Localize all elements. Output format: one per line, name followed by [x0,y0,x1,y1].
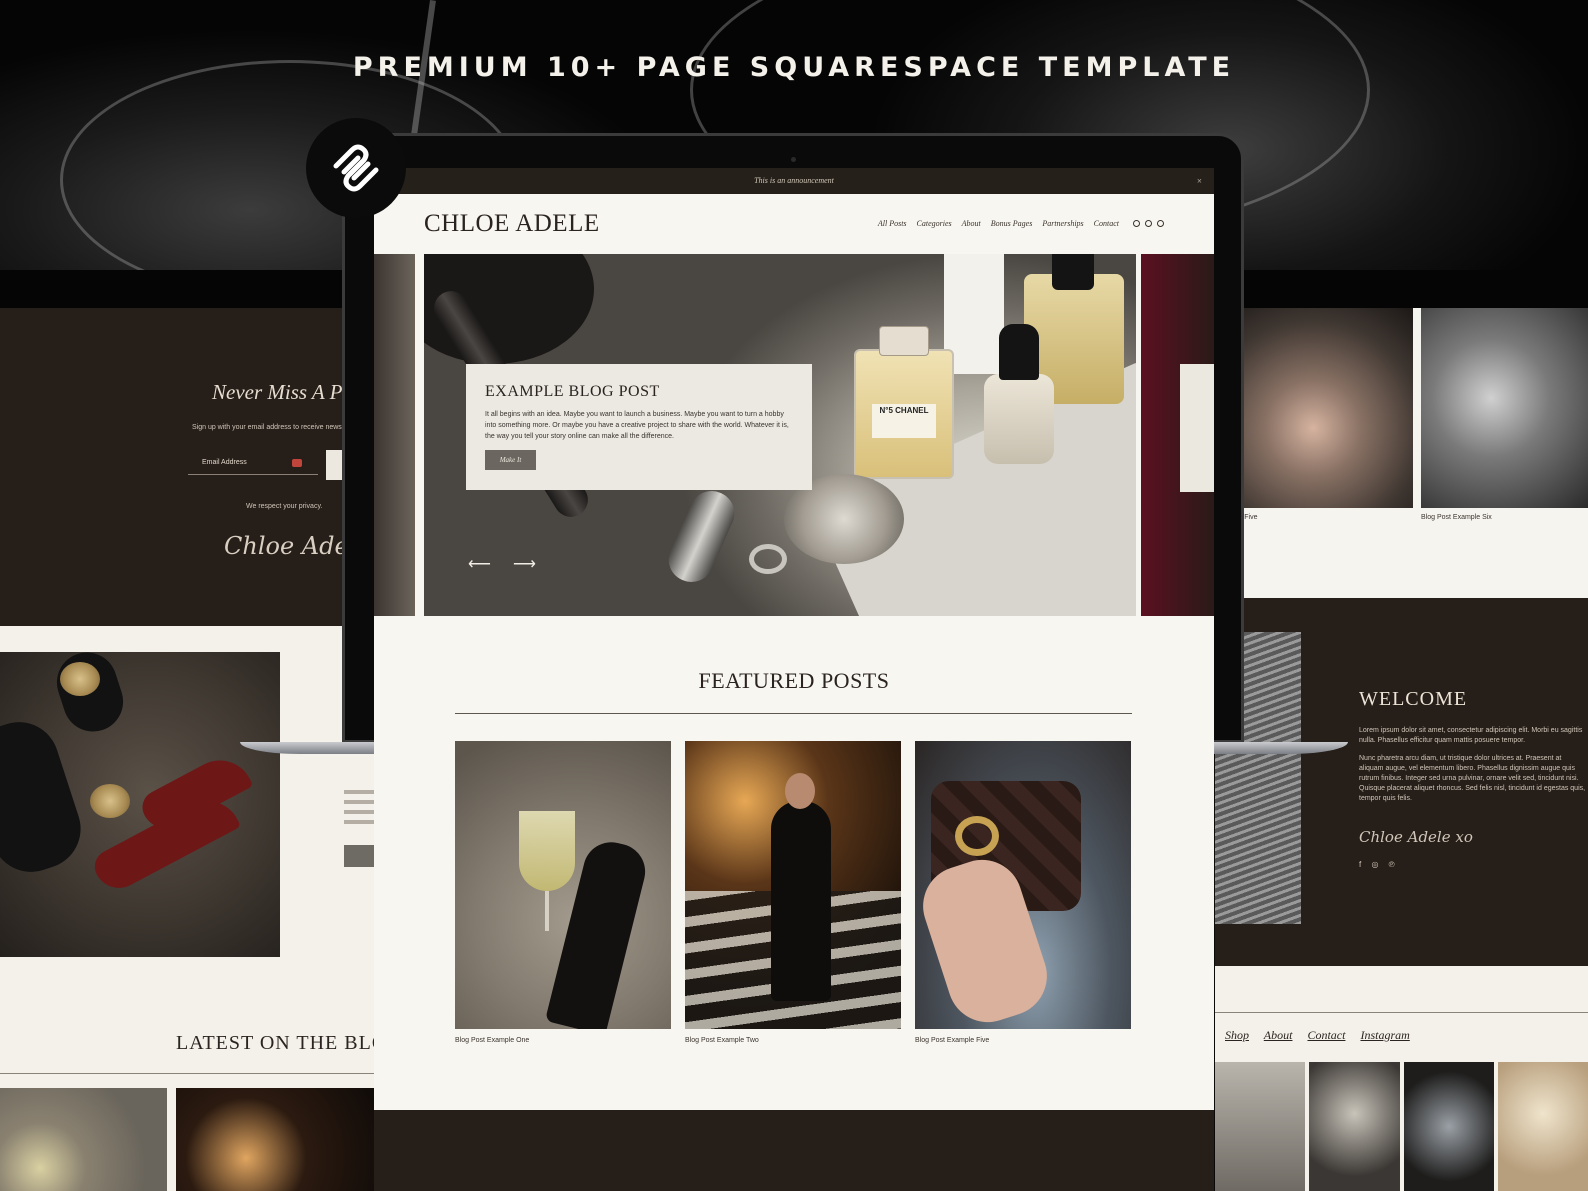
social-icons [1133,220,1164,227]
shoe-black [0,711,91,883]
post-image[interactable] [455,741,671,1029]
privacy-note: We respect your privacy. [246,503,323,510]
nav-contact[interactable]: Contact [1094,219,1119,228]
shoe-flower [90,784,130,818]
arrow-right-icon[interactable]: ⟶ [513,554,536,574]
camera-dot [791,157,796,162]
instagram-strip [1215,1062,1588,1191]
featured-title: FEATURED POSTS [698,668,890,693]
left-topbar [0,270,380,308]
featured-posts: Blog Post Example One Blog Post Example … [455,741,1132,1044]
post-card[interactable]: Blog Post Example Two [685,741,901,1044]
dark-footer-band [374,1110,1214,1191]
post-card[interactable]: Blog Post Example Five [915,741,1131,1044]
squarespace-logo [306,118,406,218]
facebook-icon[interactable] [1133,220,1140,227]
slider-arrows: ⟵ ⟶ [468,554,536,574]
divider [455,713,1132,714]
welcome-paragraph: Nunc pharetra arcu diam, ut tristique do… [1359,755,1586,802]
wine-glass [519,811,575,891]
post-caption[interactable]: Blog Post Example Five [915,1037,1131,1044]
person [771,801,831,1001]
instagram-icon[interactable] [1145,220,1152,227]
hero-card: EXAMPLE BLOG POST It all begins with an … [466,364,812,490]
footer-nav: Shop About Contact Instagram [1225,1028,1422,1043]
hero-title: EXAMPLE BLOG POST [485,383,660,400]
post-caption[interactable]: Blog Post Example Six [1421,514,1492,521]
serum-bottle [984,374,1054,464]
text-placeholder [344,790,378,830]
footer-link-contact[interactable]: Contact [1307,1028,1345,1042]
latest-title: LATEST ON THE BLO [176,1032,388,1054]
site-header: CHLOE ADELE All Posts Categories About B… [374,194,1214,254]
nav-all-posts[interactable]: All Posts [878,219,907,228]
dropper-cap [999,324,1039,380]
instagram-image[interactable] [1497,1062,1588,1191]
post-card[interactable]: Blog Post Example One [455,741,671,1044]
blog-thumb[interactable] [1421,308,1588,508]
post-caption[interactable]: Blog Post Example One [455,1037,671,1044]
site-screen: This is an announcement × CHLOE ADELE Al… [374,168,1214,1191]
footer-link-about[interactable]: About [1264,1028,1293,1042]
social-icons[interactable]: f ◎ ℗ [1359,860,1399,869]
announcement-bar[interactable]: This is an announcement × [374,168,1214,194]
hero-slider: N°5 CHANEL EXAMPLE BLOG POST It all begi… [374,254,1214,616]
email-field[interactable]: Email Address [188,453,318,475]
blog-thumb[interactable] [176,1088,380,1191]
instagram-image[interactable] [1403,1062,1494,1191]
right-topbar [1215,270,1588,308]
post-caption[interactable]: Blog Post Example Two [685,1037,901,1044]
newsletter-section: Never Miss A Pos Sign up with your email… [0,308,406,626]
right-preview-page: ple Five Blog Post Example Six WELCOME L… [1215,270,1588,1191]
pinterest-icon[interactable] [1157,220,1164,227]
newsletter-subtitle: Sign up with your email address to recei… [192,424,350,431]
hero-body: It all begins with an idea. Maybe you wa… [485,411,789,440]
instagram-image[interactable] [1215,1062,1306,1191]
shoe-flower [60,662,100,696]
chanel-label: N°5 CHANEL [872,404,936,438]
glass-stem [545,891,549,931]
nav-about[interactable]: About [962,219,981,228]
person-head [785,773,815,809]
welcome-paragraph: Lorem ipsum dolor sit amet, consectetur … [1359,727,1583,744]
email-placeholder: Email Address [202,459,247,466]
promo-headline: PREMIUM 10+ PAGE SQUARESPACE TEMPLATE [352,52,1236,83]
lipstick [661,483,742,590]
footer-link-shop[interactable]: Shop [1225,1028,1249,1042]
squarespace-logo-icon [333,144,379,192]
shoes-photo [0,644,280,957]
close-icon[interactable]: × [1197,168,1202,194]
next-slide-card [1180,364,1214,492]
nav-partnerships[interactable]: Partnerships [1042,219,1083,228]
chanel-cap [879,326,929,356]
bag-clasp [955,816,999,856]
email-autofill-icon [292,459,302,467]
post-image[interactable] [685,741,901,1029]
announcement-text: This is an announcement [754,176,834,185]
post-image[interactable] [915,741,1131,1029]
blog-thumb[interactable] [0,1088,167,1191]
blog-thumb[interactable] [1233,308,1413,508]
instagram-image[interactable] [1309,1062,1400,1191]
divider [1215,1012,1588,1013]
prev-slide-peek [374,254,415,616]
ring [749,544,787,574]
perfume-cap [1052,254,1094,290]
signature: Chloe Adele xo [1359,828,1473,846]
welcome-title: WELCOME [1359,688,1468,710]
hero-button[interactable]: Make It [485,450,536,470]
divider [0,1073,380,1074]
nav-bonus-pages[interactable]: Bonus Pages [991,219,1033,228]
nav-categories[interactable]: Categories [917,219,952,228]
arrow-left-icon[interactable]: ⟵ [468,554,491,574]
site-logo[interactable]: CHLOE ADELE [424,210,600,238]
footer-link-instagram[interactable]: Instagram [1360,1028,1409,1042]
main-nav: All Posts Categories About Bonus Pages P… [878,219,1164,228]
